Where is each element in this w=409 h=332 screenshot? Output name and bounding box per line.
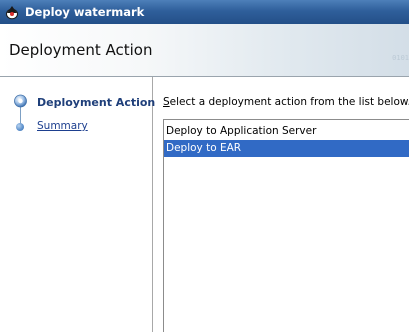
step-content-panel: Select a deployment action from the list…	[153, 77, 409, 332]
current-step-icon	[14, 94, 27, 108]
step-label-deployment-action: Deployment Action	[37, 96, 156, 109]
step-deployment-action[interactable]: Deployment Action	[0, 94, 156, 112]
window-titlebar[interactable]: Deploy watermark	[0, 0, 409, 24]
wizard-step-nav: Deployment Action Summary	[0, 77, 156, 332]
window-title: Deploy watermark	[25, 5, 145, 19]
instruction-label: Select a deployment action from the list…	[163, 96, 409, 108]
duke-icon	[6, 6, 18, 20]
step-dot-icon	[16, 123, 24, 131]
instruction-text: elect a deployment action from the list …	[169, 96, 409, 108]
step-label-summary[interactable]: Summary	[37, 120, 88, 132]
page-header: Deployment Action 0101	[0, 24, 409, 77]
action-item-deploy-to-ear[interactable]: Deploy to EAR	[164, 140, 409, 157]
header-decoration: 0101	[392, 54, 409, 62]
instruction-mnemonic: S	[163, 96, 170, 108]
step-summary[interactable]: Summary	[0, 119, 152, 137]
page-title: Deployment Action	[9, 41, 153, 59]
deployment-action-list[interactable]: Deploy to Application Server Deploy to E…	[163, 119, 409, 332]
action-item-deploy-to-application-server[interactable]: Deploy to Application Server	[164, 123, 409, 140]
